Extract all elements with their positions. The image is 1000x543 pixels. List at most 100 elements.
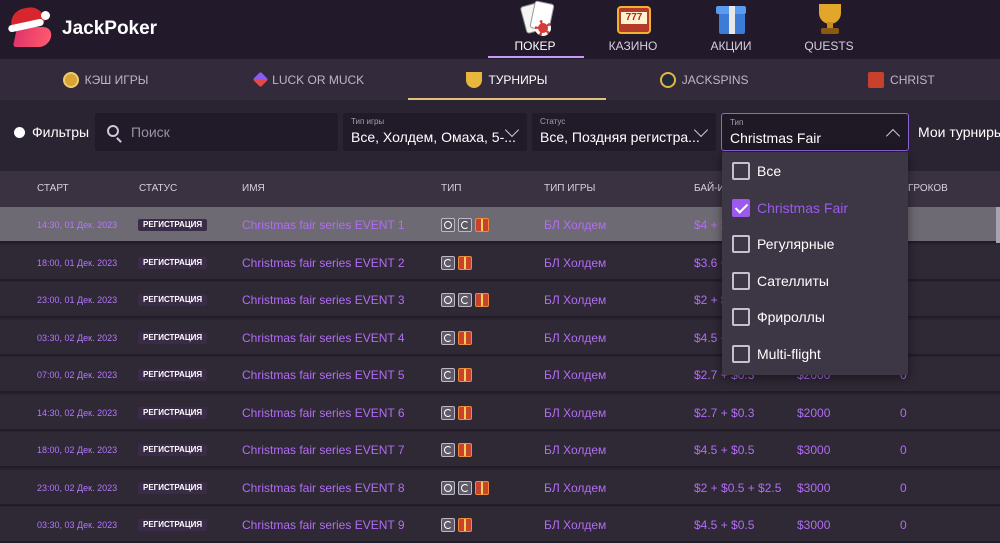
- game-type: БЛ Холдем: [544, 255, 607, 270]
- coin-icon: [62, 71, 79, 88]
- type-option[interactable]: Все: [732, 159, 781, 183]
- tournament-name: Christmas fair series EVENT 1: [242, 218, 405, 232]
- status-badge: РЕГИСТРАЦИЯ: [138, 294, 208, 306]
- type-select[interactable]: Тип Christmas Fair: [721, 113, 909, 151]
- nav-promotions[interactable]: АКЦИИ: [682, 0, 780, 59]
- game-type: БЛ Холдем: [544, 443, 607, 457]
- table-row[interactable]: 03:30, 03 Дек. 2023 РЕГИСТРАЦИЯ Christmas …: [0, 507, 1000, 543]
- top-header: JackPoker ПОКЕР 777 КАЗИНО АКЦИИ QUESTS: [0, 0, 1000, 59]
- tab-tournaments[interactable]: ТУРНИРЫ: [408, 59, 606, 100]
- nav-poker[interactable]: ПОКЕР: [486, 0, 584, 59]
- status-select[interactable]: Статус Все, Поздняя регистра...: [532, 113, 716, 151]
- game-type-select[interactable]: Тип игры Все, Холдем, Омаха, 5-...: [343, 113, 527, 151]
- tournament-type-icons: [441, 255, 472, 270]
- tournament-name: Christmas fair series EVENT 7: [242, 443, 405, 457]
- nav-quests[interactable]: QUESTS: [780, 0, 878, 59]
- start-time: 18:00, 01 Дек. 2023: [37, 257, 118, 268]
- poker-subnav: КЭШ ИГРЫ LUCK OR MUCK ТУРНИРЫ JACKSPINS …: [0, 59, 1000, 100]
- scrollbar[interactable]: [996, 207, 1000, 243]
- tab-cash-games-label: КЭШ ИГРЫ: [84, 72, 149, 87]
- status-badge: РЕГИСТРАЦИЯ: [138, 519, 208, 531]
- tournament-type-icons: [441, 293, 489, 307]
- column-players[interactable]: ГРОКОВ: [908, 171, 948, 207]
- game-type-select-value: Все, Холдем, Омаха, 5-...: [351, 129, 516, 145]
- nav-casino[interactable]: 777 КАЗИНО: [584, 0, 682, 59]
- jackpoker-lobby: JackPoker ПОКЕР 777 КАЗИНО АКЦИИ QUESTS …: [0, 0, 1000, 543]
- type-option-label: Фрироллы: [757, 309, 825, 325]
- tournament-name: Christmas fair series EVENT 2: [242, 255, 405, 270]
- checkbox-icon[interactable]: [732, 271, 750, 290]
- status-badge: РЕГИСТРАЦИЯ: [138, 369, 208, 381]
- tab-christmas[interactable]: CHRIST: [803, 59, 1000, 100]
- type-select-value: Christmas Fair: [730, 130, 822, 146]
- filters-toggle[interactable]: Фильтры: [14, 124, 89, 140]
- tab-christmas-label: CHRIST: [890, 72, 935, 87]
- search-box: [95, 113, 338, 151]
- search-input[interactable]: [131, 113, 331, 151]
- tab-jackspins[interactable]: JACKSPINS: [606, 59, 803, 100]
- type-option[interactable]: Christmas Fair: [732, 196, 848, 220]
- tournament-reentry-icon: [441, 330, 455, 345]
- table-row[interactable]: 14:30, 02 Дек. 2023 РЕГИСТРАЦИЯ Christmas …: [0, 394, 1000, 431]
- tournament-reentry-icon: [441, 368, 455, 382]
- tab-cash-games[interactable]: КЭШ ИГРЫ: [0, 59, 211, 100]
- nav-quests-label: QUESTS: [804, 39, 854, 53]
- buyin: $2.7 + $0.3: [694, 405, 755, 420]
- guarantee: $2000: [797, 405, 831, 420]
- tournament-type-icons: [441, 368, 472, 382]
- guarantee: $3000: [797, 518, 831, 532]
- table-row[interactable]: 18:00, 02 Дек. 2023 РЕГИСТРАЦИЯ Christmas …: [0, 432, 1000, 468]
- type-dropdown: Все Christmas Fair Регулярные Сателлиты Фрир…: [722, 152, 908, 375]
- type-option-label: Сателлиты: [757, 272, 829, 289]
- column-status[interactable]: СТАТУС: [139, 171, 177, 207]
- tab-jackspins-label: JACKSPINS: [681, 72, 749, 87]
- type-option[interactable]: Multi-flight: [732, 342, 821, 366]
- column-game-type[interactable]: ТИП ИГРЫ: [544, 171, 595, 207]
- gift-icon: [458, 368, 472, 382]
- nav-casino-label: КАЗИНО: [608, 39, 658, 53]
- tournament-type-icons: [441, 480, 489, 495]
- my-tournaments-link[interactable]: Мои турниры: [918, 124, 1000, 140]
- status-badge: РЕГИСТРАЦИЯ: [138, 481, 208, 494]
- type-option[interactable]: Фрироллы: [732, 305, 825, 329]
- start-time: 03:30, 03 Дек. 2023: [37, 520, 118, 530]
- buyin: $4.5 + $0.5: [694, 518, 755, 532]
- checkbox-icon[interactable]: [732, 344, 750, 363]
- gift-icon: [458, 518, 472, 532]
- tournament-reentry-icon: [441, 255, 455, 270]
- gift-icon: [475, 293, 489, 307]
- game-type: БЛ Холдем: [544, 405, 607, 420]
- checkbox-checked-icon[interactable]: [732, 198, 750, 217]
- tournament-type-icons: [441, 405, 472, 420]
- tab-luck-or-muck[interactable]: LUCK OR MUCK: [211, 59, 408, 100]
- jackpoker-logo[interactable]: JackPoker: [7, 4, 157, 48]
- column-start[interactable]: СТАРТ: [37, 171, 69, 207]
- type-option[interactable]: Сателлиты: [732, 269, 829, 293]
- game-type: БЛ Холдем: [544, 293, 607, 307]
- table-row[interactable]: 23:00, 02 Дек. 2023 РЕГИСТРАЦИЯ Christmas …: [0, 469, 1000, 506]
- type-option[interactable]: Регулярные: [732, 232, 834, 256]
- slot-machine-icon: 777: [613, 2, 653, 36]
- checkbox-icon[interactable]: [732, 235, 750, 253]
- players-count: 0: [900, 405, 907, 420]
- column-type[interactable]: ТИП: [441, 171, 461, 207]
- players-count: 0: [900, 443, 907, 457]
- status-badge: РЕГИСТРАЦИЯ: [138, 331, 208, 344]
- column-buyin[interactable]: БАЙ-И: [694, 171, 725, 207]
- checkbox-icon[interactable]: [732, 162, 750, 180]
- buyin: $2 + $0.5 + $2.5: [694, 480, 782, 495]
- checkbox-icon[interactable]: [732, 308, 750, 326]
- gift-icon: [458, 255, 472, 270]
- tournament-reentry-icon: [458, 218, 472, 232]
- gift-icon: [475, 480, 489, 495]
- tournament-reentry-icon: [458, 480, 472, 495]
- game-type: БЛ Холдем: [544, 518, 607, 532]
- buyin: $4.5 + $0.5: [694, 443, 755, 457]
- poker-cards-icon: [515, 0, 555, 36]
- tab-luck-or-muck-label: LUCK OR MUCK: [272, 72, 365, 87]
- players-count: 0: [900, 480, 907, 495]
- column-name[interactable]: ИМЯ: [242, 171, 265, 207]
- luck-or-muck-icon: [252, 71, 269, 88]
- tournament-reentry-icon: [441, 518, 455, 532]
- tab-tournaments-label: ТУРНИРЫ: [488, 72, 548, 87]
